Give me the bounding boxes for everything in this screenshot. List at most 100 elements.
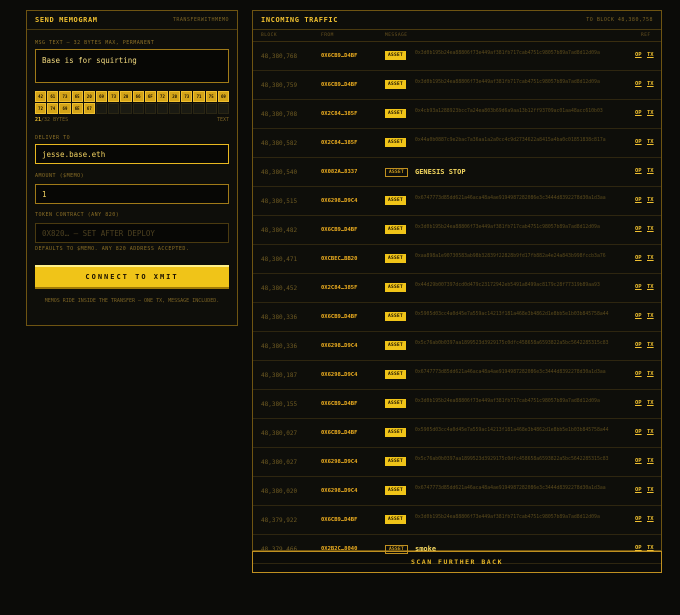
row-block: 48,380,336 [261,314,298,321]
row-block: 48,380,452 [261,285,298,292]
row-message: 0x6747773d85dd621a46aca48a4ae91949872820… [415,196,606,201]
row-op-link[interactable]: OP [635,400,642,406]
byte-cell: 72 [35,103,47,114]
send-panel-title: SEND MEMOGRAM [35,16,98,24]
traffic-row: 48,380,482 0X6CB9…D4BF ASSET 0x3d0b195b24ea… [253,216,661,245]
row-block: 48,380,027 [261,459,298,466]
asset-badge: ASSET [385,486,407,495]
traffic-row: 48,380,027 0X6298…D9C4 ASSET 0x5c76ab0b0397… [253,448,661,477]
row-op-link[interactable]: OP [635,487,642,493]
row-from-address[interactable]: 0X6CB9…D4BF [321,430,357,436]
asset-badge: ASSET [385,399,407,408]
row-block: 48,380,582 [261,140,298,147]
byte-cell [156,103,169,114]
byte-cell: 20 [83,91,95,102]
row-from-address[interactable]: 0X6298…D9C4 [321,198,357,204]
row-tx-link[interactable]: TX [647,313,654,319]
row-tx-link[interactable]: TX [647,139,654,145]
row-message: 0x44a0b0887c9e2bac7a36aa1a2a0cc4c9d27346… [415,138,606,143]
row-tx-link[interactable]: TX [647,429,654,435]
byte-cell: 20 [120,91,132,102]
bytes-capacity: /32 BYTES [41,117,69,123]
row-from-address[interactable]: 0XCBEC…BB20 [321,256,357,262]
byte-cell: 66 [132,91,144,102]
byte-cell [144,103,156,114]
byte-cell: 73 [59,91,71,102]
scan-further-back-button[interactable]: SCAN FURTHER BACK [252,551,662,573]
row-tx-link[interactable]: TX [647,81,654,87]
byte-cell: 42 [35,91,47,102]
row-message: 0x5905d03cc4a0d45e7a559ac14213f181a468e3… [415,312,609,317]
traffic-row: 48,380,187 0X6298…D9C4 ASSET 0x6747773d85dd… [253,361,661,390]
row-op-link[interactable]: OP [635,371,642,377]
row-block: 48,380,768 [261,53,298,60]
row-from-address[interactable]: 0X2C84…385F [321,140,357,146]
row-from-address[interactable]: 0X6298…D9C4 [321,372,357,378]
row-op-link[interactable]: OP [635,168,642,174]
row-from-address[interactable]: 0X6CB9…D4BF [321,227,357,233]
row-op-link[interactable]: OP [635,284,642,290]
row-block: 48,380,471 [261,256,298,263]
row-from-address[interactable]: 0X082A…8337 [321,169,357,175]
msg-text-input[interactable]: Base is for squirting [35,49,229,83]
row-op-link[interactable]: OP [635,342,642,348]
row-tx-link[interactable]: TX [647,458,654,464]
row-tx-link[interactable]: TX [647,342,654,348]
row-op-link[interactable]: OP [635,197,642,203]
asset-badge: ASSET [385,370,407,379]
row-op-link[interactable]: OP [635,139,642,145]
row-tx-link[interactable]: TX [647,197,654,203]
traffic-row: 48,379,922 0X6CB9…D4BF ASSET 0x3d0b195b24ea… [253,506,661,535]
asset-badge: ASSET [385,428,407,437]
col-from: FROM [321,33,334,38]
row-tx-link[interactable]: TX [647,516,654,522]
row-op-link[interactable]: OP [635,458,642,464]
row-from-address[interactable]: 0X6CB9…D4BF [321,401,357,407]
row-tx-link[interactable]: TX [647,110,654,116]
row-from-address[interactable]: 0X6298…D9C4 [321,488,357,494]
row-op-link[interactable]: OP [635,313,642,319]
row-tx-link[interactable]: TX [647,226,654,232]
row-tx-link[interactable]: TX [647,52,654,58]
row-op-link[interactable]: OP [635,516,642,522]
connect-to-xmit-button[interactable]: CONNECT TO XMIT [35,265,229,289]
traffic-row: 48,380,020 0X6298…D9C4 ASSET 0x6747773d85dd… [253,477,661,506]
row-op-link[interactable]: OP [635,226,642,232]
row-op-link[interactable]: OP [635,255,642,261]
row-from-address[interactable]: 0X2C84…385F [321,285,357,291]
row-op-link[interactable]: OP [635,110,642,116]
amount-input[interactable]: 1 [35,184,229,204]
row-from-address[interactable]: 0X6CB9…D4BF [321,314,357,320]
row-tx-link[interactable]: TX [647,400,654,406]
row-tx-link[interactable]: TX [647,255,654,261]
send-footnote: MEMOS RIDE INSIDE THE TRANSFER — ONE TX,… [44,298,220,304]
byte-cell: 74 [47,103,59,114]
row-from-address[interactable]: 0X6CB9…D4BF [321,82,357,88]
row-from-address[interactable]: 0X6CB9…D4BF [321,517,357,523]
row-from-address[interactable]: 0X6CB9…D4BF [321,53,357,59]
deliver-to-input[interactable]: jesse.base.eth [35,144,229,164]
row-tx-link[interactable]: TX [647,284,654,290]
row-from-address[interactable]: 0X6298…D9C4 [321,459,357,465]
row-message: 0x5c76ab0b0397aa1899523d3929175c0dfc4586… [415,457,609,462]
traffic-panel-title: INCOMING TRAFFIC [261,16,339,24]
row-block: 48,380,020 [261,488,298,495]
send-panel-header: SEND MEMOGRAM TRANSFERWITHMEMO [27,11,237,30]
row-tx-link[interactable]: TX [647,168,654,174]
row-tx-link[interactable]: TX [647,371,654,377]
row-tx-link[interactable]: TX [647,487,654,493]
byte-cell: 67 [83,103,95,114]
byte-cell: 6E [71,103,83,114]
row-block: 48,380,759 [261,82,298,89]
asset-badge: ASSET [385,515,407,524]
row-message: 0x4cb93a1288923bcc7a24ea803b69d6a9aa13b1… [415,109,603,114]
byte-cell: 6F [144,91,156,102]
row-from-address[interactable]: 0X2C84…385F [321,111,357,117]
row-from-address[interactable]: 0X6298…D9C4 [321,343,357,349]
row-op-link[interactable]: OP [635,81,642,87]
row-op-link[interactable]: OP [635,429,642,435]
token-contract-input[interactable]: 0X820… — SET AFTER DEPLOY [35,223,229,243]
row-op-link[interactable]: OP [635,52,642,58]
asset-badge: ASSET [385,457,407,466]
row-message: 0x44d29b007397dcd0d479c23172942eb5491a84… [415,283,600,288]
